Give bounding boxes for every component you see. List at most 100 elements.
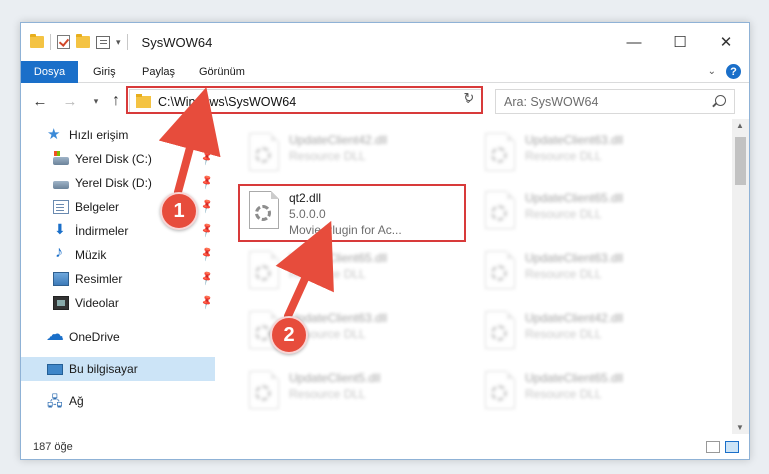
pin-icon: 📌 bbox=[198, 174, 216, 191]
navigation-pane: Hızlı erişim Yerel Disk (C:) 📌 Yerel Dis… bbox=[21, 119, 215, 434]
video-icon bbox=[53, 296, 69, 310]
file-name: UpdateClient63.dll bbox=[525, 251, 624, 265]
file-highlight-box bbox=[238, 184, 466, 242]
pin-icon: 📌 bbox=[198, 198, 216, 215]
address-highlight-box bbox=[126, 86, 483, 114]
properties-icon[interactable] bbox=[96, 35, 110, 49]
pin-icon: 📌 bbox=[198, 222, 216, 239]
cloud-icon bbox=[46, 324, 64, 345]
expand-ribbon-icon[interactable]: ⌄ bbox=[708, 66, 716, 77]
dll-file-icon bbox=[483, 251, 517, 291]
file-type: Resource DLL bbox=[525, 207, 602, 221]
sidebar-item-quick-access[interactable]: Hızlı erişim bbox=[47, 123, 128, 147]
file-tile[interactable]: UpdateClient65.dll Resource DLL bbox=[463, 365, 693, 421]
view-toggle bbox=[706, 441, 739, 453]
file-tile[interactable]: UpdateClient42.dll Resource DLL bbox=[463, 305, 693, 361]
tab-view[interactable]: Görünüm bbox=[199, 61, 245, 83]
search-icon[interactable] bbox=[715, 95, 726, 106]
sidebar-item-pictures[interactable]: Resimler bbox=[53, 267, 122, 291]
sidebar-item-label: Belgeler bbox=[75, 200, 120, 214]
file-list: UpdateClient42.dll Resource DLL qt2.dll … bbox=[227, 119, 727, 434]
file-name: UpdateClient65.dll bbox=[289, 251, 388, 265]
tab-home[interactable]: Giriş bbox=[93, 61, 116, 83]
toolbar-divider bbox=[126, 34, 128, 50]
window-controls: — ☐ ✕ bbox=[611, 23, 749, 61]
sidebar-item-this-pc[interactable]: Bu bilgisayar bbox=[21, 357, 215, 381]
item-count: 187 öğe bbox=[33, 441, 73, 453]
sidebar-item-label: Videolar bbox=[75, 296, 119, 310]
sidebar-item-label: OneDrive bbox=[69, 330, 120, 344]
recent-locations-icon[interactable]: ▾ bbox=[87, 89, 105, 113]
file-name: UpdateClient65.dll bbox=[525, 371, 624, 385]
sidebar-item-label: İndirmeler bbox=[75, 224, 129, 238]
sidebar-item-music[interactable]: Müzik bbox=[53, 243, 106, 267]
dll-file-icon bbox=[483, 371, 517, 411]
network-icon bbox=[47, 391, 63, 415]
back-arrow-icon[interactable]: ← bbox=[31, 89, 49, 113]
tab-share[interactable]: Paylaş bbox=[142, 61, 175, 83]
download-icon bbox=[53, 221, 69, 238]
customize-dropdown-icon[interactable]: ▾ bbox=[116, 37, 121, 48]
file-tile[interactable]: UpdateClient63.dll Resource DLL bbox=[463, 127, 693, 183]
file-tile[interactable]: UpdateClient42.dll Resource DLL bbox=[227, 127, 457, 183]
file-type: Resource DLL bbox=[525, 387, 602, 401]
sidebar-item-label: Müzik bbox=[75, 248, 107, 262]
vertical-scrollbar[interactable]: ▲ ▼ bbox=[732, 119, 749, 434]
file-type: Resource DLL bbox=[525, 149, 602, 163]
sidebar-item-network[interactable]: Ağ bbox=[47, 389, 84, 415]
folder-icon bbox=[30, 34, 44, 48]
sidebar-item-downloads[interactable]: İndirmeler bbox=[53, 219, 128, 243]
sidebar-item-local-disk-d[interactable]: Yerel Disk (D:) bbox=[53, 171, 152, 195]
file-tile[interactable]: UpdateClient65.dll Resource DLL bbox=[463, 185, 693, 241]
details-view-icon[interactable] bbox=[706, 441, 720, 453]
scroll-thumb[interactable] bbox=[735, 137, 746, 185]
new-folder-icon[interactable] bbox=[76, 34, 90, 48]
sidebar-item-onedrive[interactable]: OneDrive bbox=[46, 324, 120, 349]
pin-icon: 📌 bbox=[198, 150, 216, 167]
status-bar: 187 öğe bbox=[21, 437, 749, 459]
sidebar-item-videos[interactable]: Videolar bbox=[53, 291, 119, 315]
file-tile[interactable]: UpdateClient63.dll Resource DLL bbox=[227, 305, 457, 361]
sidebar-item-local-disk-c[interactable]: Yerel Disk (C:) bbox=[53, 147, 152, 171]
file-tile[interactable]: UpdateClient65.dll Resource DLL bbox=[227, 245, 457, 301]
properties-check-icon[interactable] bbox=[57, 35, 70, 49]
close-button[interactable]: ✕ bbox=[703, 23, 749, 61]
file-tile[interactable]: UpdateClient5.dll Resource DLL bbox=[227, 365, 457, 421]
file-type: Resource DLL bbox=[525, 327, 602, 341]
help-icon[interactable]: ? bbox=[726, 64, 741, 79]
dll-file-icon bbox=[483, 191, 517, 231]
dll-file-icon bbox=[247, 251, 281, 291]
pin-icon: 📌 bbox=[198, 270, 216, 287]
file-tile[interactable]: UpdateClient63.dll Resource DLL bbox=[463, 245, 693, 301]
dll-file-icon bbox=[247, 371, 281, 411]
sidebar-item-label: Bu bilgisayar bbox=[69, 362, 138, 376]
dll-file-icon bbox=[483, 133, 517, 173]
file-type: Resource DLL bbox=[525, 267, 602, 281]
scroll-up-icon[interactable]: ▲ bbox=[736, 121, 744, 130]
search-placeholder: Ara: SysWOW64 bbox=[504, 95, 599, 109]
pin-icon: 📌 bbox=[198, 294, 216, 311]
file-type: Resource DLL bbox=[289, 149, 366, 163]
up-arrow-icon[interactable]: ↑ bbox=[107, 89, 125, 113]
drive-icon bbox=[53, 151, 69, 165]
sidebar-item-label: Yerel Disk (D:) bbox=[75, 176, 152, 190]
scroll-down-icon[interactable]: ▼ bbox=[736, 423, 744, 432]
file-name: UpdateClient42.dll bbox=[289, 133, 388, 147]
drive-icon bbox=[53, 181, 69, 189]
forward-arrow-icon[interactable]: → bbox=[61, 89, 79, 113]
sidebar-item-label: Ağ bbox=[69, 394, 84, 408]
dll-file-icon bbox=[247, 133, 281, 173]
minimize-button[interactable]: — bbox=[611, 23, 657, 61]
ribbon-tabs: Dosya Giriş Paylaş Görünüm ⌄ ? bbox=[21, 61, 749, 83]
documents-icon bbox=[53, 200, 69, 214]
sidebar-item-documents[interactable]: Belgeler bbox=[53, 195, 119, 219]
title-bar: ▾ SysWOW64 — ☐ ✕ bbox=[21, 23, 749, 61]
file-name: UpdateClient65.dll bbox=[525, 191, 624, 205]
file-type: Resource DLL bbox=[289, 387, 366, 401]
tiles-view-icon[interactable] bbox=[725, 441, 739, 453]
pictures-icon bbox=[53, 272, 69, 286]
tab-file[interactable]: Dosya bbox=[21, 61, 78, 83]
search-input[interactable]: Ara: SysWOW64 bbox=[495, 89, 735, 114]
maximize-button[interactable]: ☐ bbox=[657, 23, 703, 61]
dll-file-icon bbox=[483, 311, 517, 351]
